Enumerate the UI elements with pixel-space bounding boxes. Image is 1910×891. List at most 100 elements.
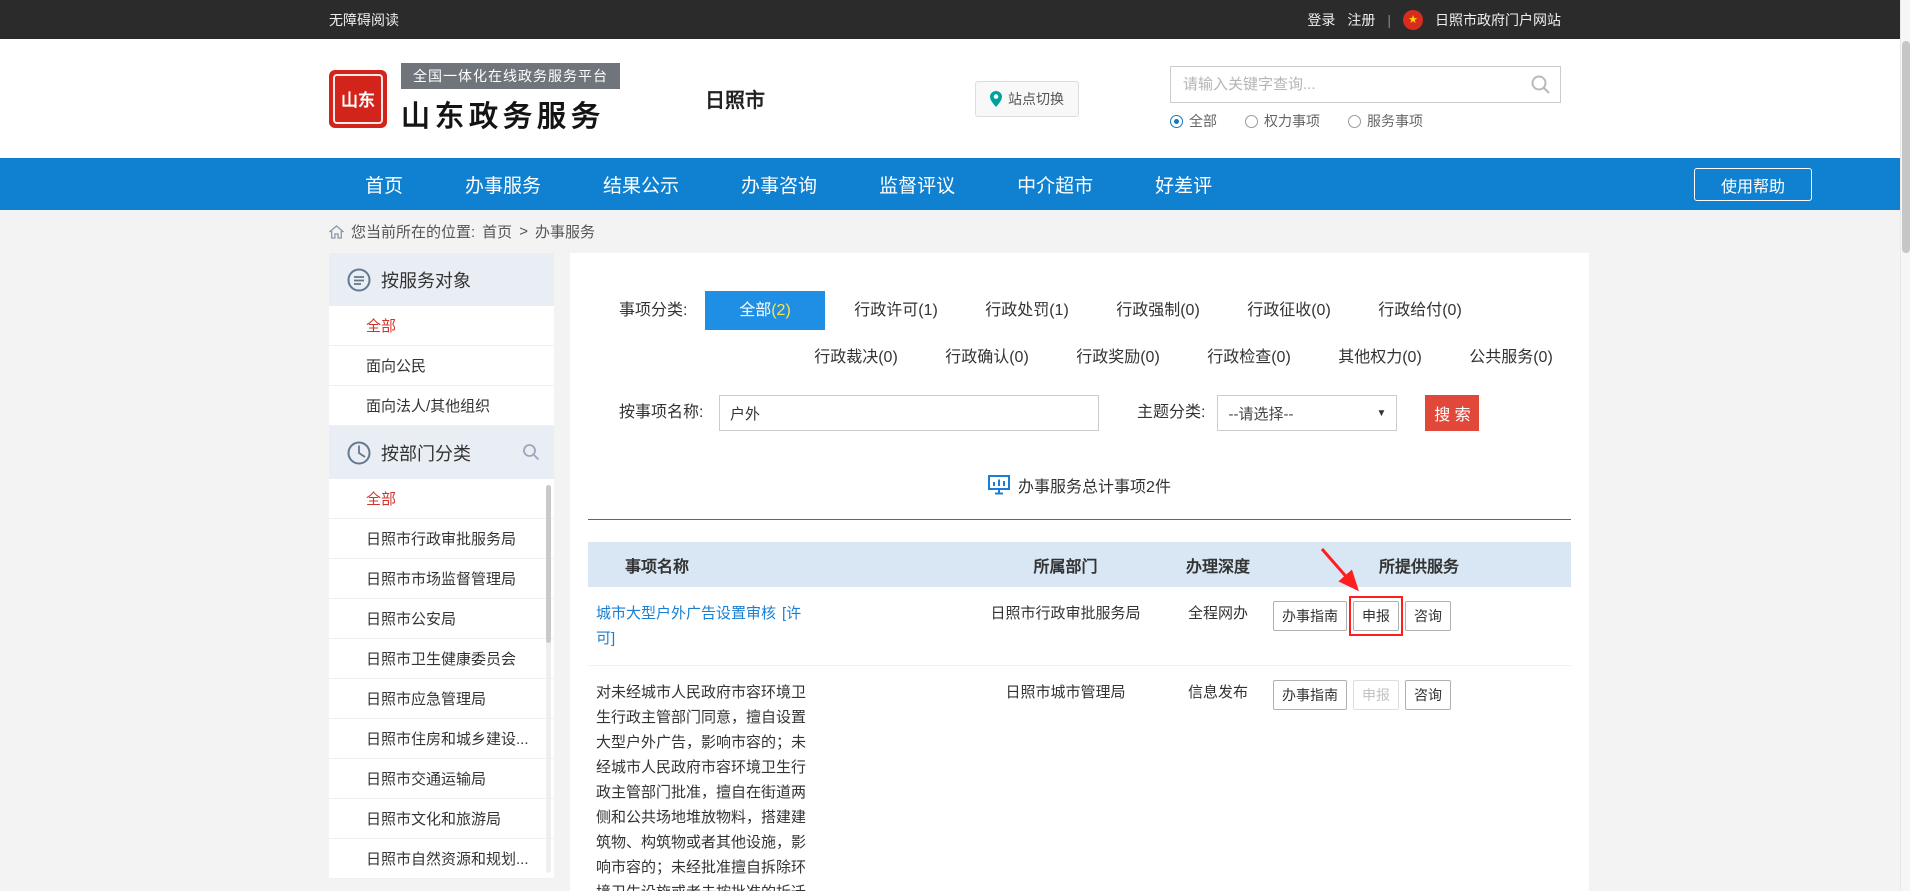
sidebar-scrollbar[interactable] <box>546 485 551 873</box>
tab-label: 行政处罚 <box>985 302 1049 319</box>
sidebar-item-dept-resources[interactable]: 日照市自然资源和规划... <box>329 839 554 879</box>
tab-count: (1) <box>1049 302 1069 319</box>
apply-button[interactable]: 申报 <box>1353 601 1399 631</box>
login-link[interactable]: 登录 <box>1307 10 1335 30</box>
help-button[interactable]: 使用帮助 <box>1694 168 1812 201</box>
nav-item-services[interactable]: 办事服务 <box>465 171 541 198</box>
sidebar-item-dept-health[interactable]: 日照市卫生健康委员会 <box>329 639 554 679</box>
home-icon <box>329 225 344 239</box>
sidebar-header-service-object: 按服务对象 <box>329 253 554 306</box>
tab-count: (0) <box>1009 349 1029 366</box>
topic-label: 主题分类: <box>1137 395 1205 431</box>
tab-adjudication[interactable]: 行政裁决(0) <box>796 338 916 377</box>
tab-penalty[interactable]: 行政处罚(1) <box>967 291 1087 330</box>
site-switch-button[interactable]: 站点切换 <box>975 81 1079 117</box>
col-header-name: 事项名称 <box>588 553 962 577</box>
nav-item-rating[interactable]: 好差评 <box>1155 171 1212 198</box>
tab-levy[interactable]: 行政征收(0) <box>1229 291 1349 330</box>
item-department: 日照市城市管理局 <box>962 680 1169 705</box>
tab-label: 行政许可 <box>854 302 918 319</box>
topic-select-value: --请选择-- <box>1228 403 1293 424</box>
sidebar-item-dept-approval[interactable]: 日照市行政审批服务局 <box>329 519 554 559</box>
item-name-input[interactable] <box>719 395 1099 431</box>
table-header-row: 事项名称 所属部门 办理深度 所提供服务 <box>588 542 1571 587</box>
nav-item-intermediary[interactable]: 中介超市 <box>1017 171 1093 198</box>
category-label: 事项分类: <box>619 291 705 330</box>
accessibility-link[interactable]: 无障碍阅读 <box>329 10 399 30</box>
topbar-right: 登录 注册 | ★ 日照市政府门户网站 <box>1307 10 1561 30</box>
tab-public-service[interactable]: 公共服务(0) <box>1451 338 1571 377</box>
tab-confirmation[interactable]: 行政确认(0) <box>927 338 1047 377</box>
nav-item-home[interactable]: 首页 <box>365 171 403 198</box>
nav-item-consult[interactable]: 办事咨询 <box>741 171 817 198</box>
breadcrumb-home-link[interactable]: 首页 <box>482 221 512 242</box>
table-row: 对未经城市人民政府市容环境卫生行政主管部门同意，擅自设置大型户外广告，影响市容的… <box>588 666 1571 891</box>
col-header-depth: 办理深度 <box>1169 553 1267 577</box>
portal-link[interactable]: 日照市政府门户网站 <box>1435 10 1561 30</box>
name-filter-row: 按事项名称: 主题分类: --请选择-- ▼ 搜 索 <box>588 395 1571 431</box>
tab-count: (0) <box>1533 349 1553 366</box>
tab-license[interactable]: 行政许可(1) <box>836 291 956 330</box>
apply-button-disabled[interactable]: 申报 <box>1353 680 1399 710</box>
tab-label: 行政裁决 <box>814 349 878 366</box>
sidebar: 按服务对象 全部 面向公民 面向法人/其他组织 按部门分类 全部 日照市行政审批… <box>329 253 554 879</box>
page-scrollbar[interactable] <box>1900 0 1910 891</box>
register-link[interactable]: 注册 <box>1347 10 1375 30</box>
scope-option-power[interactable]: 权力事项 <box>1245 111 1320 131</box>
sidebar-item-dept-market[interactable]: 日照市市场监督管理局 <box>329 559 554 599</box>
brand-text: 全国一体化在线政务服务平台 山东政务服务 <box>401 63 620 135</box>
col-header-department: 所属部门 <box>962 553 1169 577</box>
sidebar-item-dept-transport[interactable]: 日照市交通运输局 <box>329 759 554 799</box>
tab-payment[interactable]: 行政给付(0) <box>1360 291 1480 330</box>
topic-select[interactable]: --请选择-- ▼ <box>1217 395 1397 431</box>
tab-all[interactable]: 全部(2) <box>705 291 825 330</box>
breadcrumb-separator: > <box>519 223 528 240</box>
guide-button[interactable]: 办事指南 <box>1273 601 1347 631</box>
brand-logo[interactable]: 山东 全国一体化在线政务服务平台 山东政务服务 <box>329 63 620 135</box>
tab-coercion[interactable]: 行政强制(0) <box>1098 291 1218 330</box>
page-scrollbar-thumb[interactable] <box>1902 41 1910 253</box>
sidebar-item-dept-housing[interactable]: 日照市住房和城乡建设... <box>329 719 554 759</box>
main-nav: 首页 办事服务 结果公示 办事咨询 监督评议 中介超市 好差评 使用帮助 <box>0 158 1910 210</box>
sidebar-header-department: 按部门分类 <box>329 426 554 479</box>
item-depth: 信息发布 <box>1169 680 1267 705</box>
tab-count: (2) <box>771 302 791 319</box>
service-object-icon <box>347 268 371 292</box>
platform-badge: 全国一体化在线政务服务平台 <box>401 63 620 89</box>
divider <box>588 519 1571 520</box>
sidebar-item-dept-emergency[interactable]: 日照市应急管理局 <box>329 679 554 719</box>
scope-option-service[interactable]: 服务事项 <box>1348 111 1423 131</box>
summary-row: 办事服务总计事项2件 <box>588 473 1571 497</box>
sidebar-item-legal-person[interactable]: 面向法人/其他组织 <box>329 386 554 426</box>
tab-inspection[interactable]: 行政检查(0) <box>1189 338 1309 377</box>
guide-button[interactable]: 办事指南 <box>1273 680 1347 710</box>
nav-item-supervision[interactable]: 监督评议 <box>879 171 955 198</box>
tab-label: 行政强制 <box>1116 302 1180 319</box>
scope-option-all[interactable]: 全部 <box>1170 111 1217 131</box>
sidebar-item-citizen[interactable]: 面向公民 <box>329 346 554 386</box>
tab-reward[interactable]: 行政奖励(0) <box>1058 338 1178 377</box>
tab-other-power[interactable]: 其他权力(0) <box>1320 338 1440 377</box>
department-search-icon[interactable] <box>522 443 540 461</box>
search-button[interactable]: 搜 索 <box>1425 395 1479 431</box>
keyword-search-input[interactable] <box>1170 66 1561 103</box>
sidebar-item-dept-police[interactable]: 日照市公安局 <box>329 599 554 639</box>
search-icon[interactable] <box>1530 74 1551 95</box>
sidebar-item-dept-culture[interactable]: 日照市文化和旅游局 <box>329 799 554 839</box>
item-name-link[interactable]: 城市大型户外广告设置审核 <box>596 605 776 622</box>
tab-count: (0) <box>1442 302 1462 319</box>
topbar: 无障碍阅读 登录 注册 | ★ 日照市政府门户网站 <box>0 0 1910 39</box>
consult-button[interactable]: 咨询 <box>1405 601 1451 631</box>
sidebar-item-service-all[interactable]: 全部 <box>329 306 554 346</box>
tab-label: 行政确认 <box>945 349 1009 366</box>
national-emblem-icon: ★ <box>1403 10 1423 30</box>
tab-label: 其他权力 <box>1338 349 1402 366</box>
nav-item-results[interactable]: 结果公示 <box>603 171 679 198</box>
tab-label: 公共服务 <box>1469 349 1533 366</box>
tab-label: 行政检查 <box>1207 349 1271 366</box>
consult-button[interactable]: 咨询 <box>1405 680 1451 710</box>
tab-count: (1) <box>918 302 938 319</box>
radio-icon <box>1170 115 1183 128</box>
sidebar-scrollbar-thumb[interactable] <box>546 485 551 643</box>
sidebar-item-dept-all[interactable]: 全部 <box>329 479 554 519</box>
